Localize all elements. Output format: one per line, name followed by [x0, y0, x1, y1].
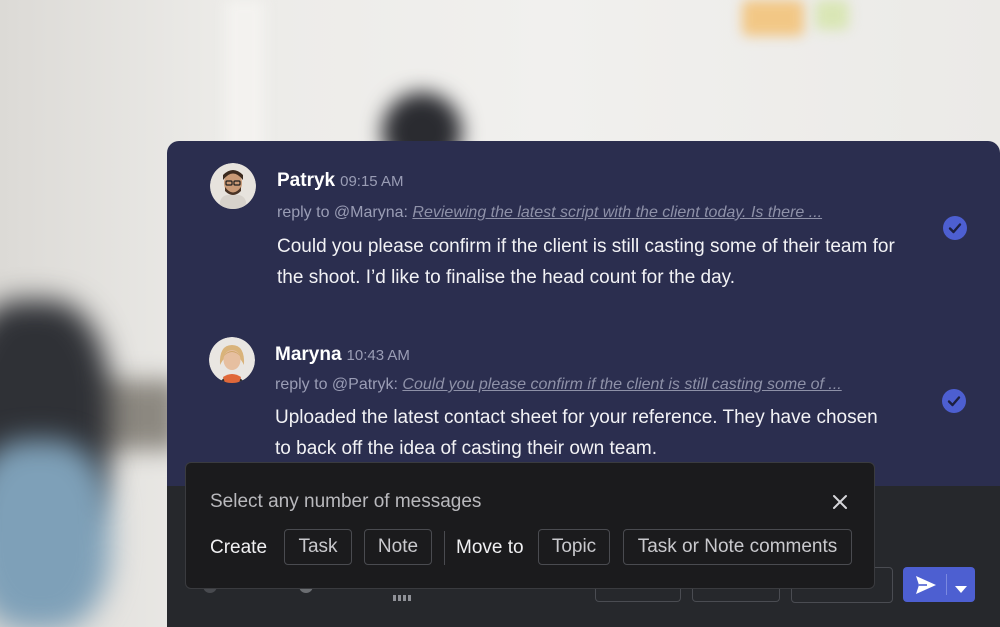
- message-time: 10:43 AM: [346, 347, 410, 364]
- message-time: 09:15 AM: [340, 173, 404, 190]
- check-circle-icon[interactable]: [942, 389, 966, 413]
- create-label: Create: [210, 537, 268, 558]
- avatar[interactable]: [209, 337, 255, 383]
- selection-title: Select any number of messages: [210, 491, 482, 512]
- move-to-comments-button[interactable]: Task or Note comments: [623, 529, 852, 565]
- create-note-button[interactable]: Note: [364, 529, 432, 565]
- send-button[interactable]: [903, 567, 975, 602]
- create-task-button[interactable]: Task: [284, 529, 352, 565]
- reply-quote-link[interactable]: Reviewing the latest script with the cli…: [412, 204, 822, 221]
- divider: [444, 531, 445, 565]
- close-icon[interactable]: [830, 492, 850, 512]
- message-author: Patryk: [277, 170, 336, 191]
- composer-task-button[interactable]: [595, 587, 681, 602]
- move-to-topic-button[interactable]: Topic: [538, 529, 610, 565]
- check-circle-icon[interactable]: [943, 216, 967, 240]
- reply-prefix: reply to @Patryk:: [275, 376, 398, 393]
- composer-note-button[interactable]: [692, 587, 780, 602]
- move-to-label: Move to: [456, 537, 524, 558]
- send-icon: [915, 575, 937, 600]
- message-body: Could you please confirm if the client i…: [277, 236, 895, 288]
- message-author: Maryna: [275, 344, 342, 365]
- reply-quote-link[interactable]: Could you please confirm if the client i…: [402, 376, 841, 393]
- avatar[interactable]: [210, 163, 256, 209]
- message-selection-popup: Select any number of messages Create Tas…: [185, 462, 875, 589]
- reply-prefix: reply to @Maryna:: [277, 204, 408, 221]
- reply-reference: reply to @Maryna: Reviewing the latest s…: [277, 204, 822, 222]
- reply-reference: reply to @Patryk: Could you please confi…: [275, 376, 842, 394]
- chevron-down-icon[interactable]: [955, 581, 967, 599]
- message-body: Uploaded the latest contact sheet for yo…: [275, 407, 878, 459]
